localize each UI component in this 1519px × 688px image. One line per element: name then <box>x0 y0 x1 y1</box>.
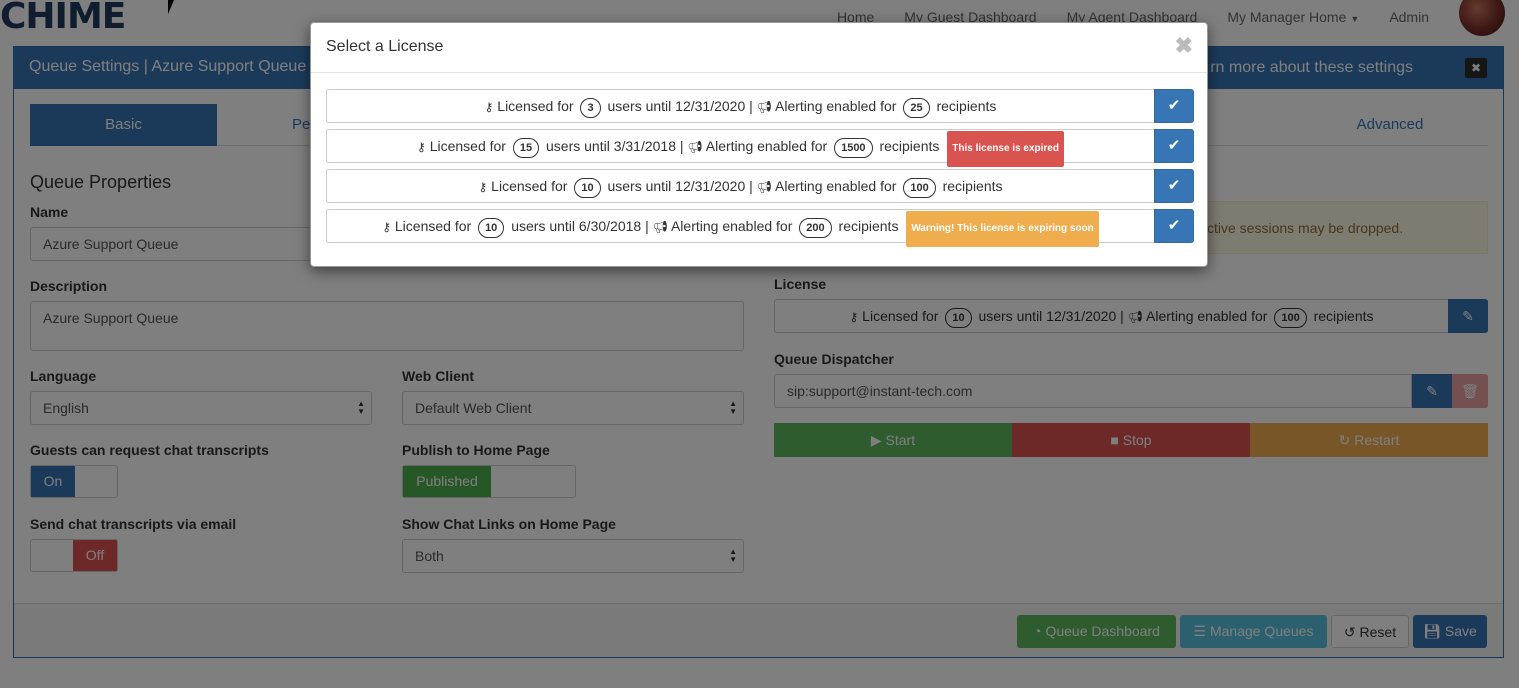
license-users-badge: 15 <box>512 138 540 158</box>
bullhorn-icon: 📢︎ <box>756 100 772 114</box>
license-recipients-badge: 100 <box>903 178 936 198</box>
bullhorn-icon: 📢︎ <box>652 220 668 234</box>
select-license-button[interactable]: ✔ <box>1154 89 1194 123</box>
key-icon: ⚷ <box>382 220 391 234</box>
license-recipients-badge: 200 <box>799 218 832 238</box>
key-icon: ⚷ <box>478 180 488 194</box>
license-until: users until 3/31/2018 | <box>546 138 684 154</box>
key-icon: ⚷ <box>484 100 494 114</box>
license-option: ⚷ Licensed for 10 users until 6/30/2018 … <box>326 209 1194 247</box>
check-icon: ✔ <box>1167 97 1181 114</box>
check-icon: ✔ <box>1167 217 1181 234</box>
license-prefix: Licensed for <box>394 218 472 234</box>
select-license-button[interactable]: ✔ <box>1154 169 1194 203</box>
license-suffix: recipients <box>942 178 1003 194</box>
modal-close-button[interactable]: ✖ <box>1175 35 1193 57</box>
license-option-text: ⚷ Licensed for 10 users until 6/30/2018 … <box>326 209 1154 247</box>
license-users-badge: 3 <box>580 98 601 118</box>
license-users-badge: 10 <box>574 178 601 198</box>
license-alert: Alerting enabled for <box>670 218 793 234</box>
expired-badge: This license is expired <box>947 131 1064 167</box>
license-alert: Alerting enabled for <box>705 138 828 154</box>
license-option: ⚷ Licensed for 3 users until 12/31/2020 … <box>326 89 1194 123</box>
license-until: users until 6/30/2018 | <box>511 218 649 234</box>
check-icon: ✔ <box>1167 177 1181 194</box>
mouse-cursor-icon <box>168 0 180 14</box>
bullhorn-icon: 📢︎ <box>687 140 703 154</box>
expiring-soon-badge: Warning! This license is expiring soon <box>906 211 1099 247</box>
license-recipients-badge: 25 <box>903 98 930 118</box>
bullhorn-icon: 📢︎ <box>756 180 772 194</box>
license-prefix: Licensed for <box>497 98 574 114</box>
license-option-text: ⚷ Licensed for 3 users until 12/31/2020 … <box>326 89 1154 123</box>
check-icon: ✔ <box>1167 137 1181 154</box>
license-users-badge: 10 <box>478 218 505 238</box>
key-icon: ⚷ <box>417 140 426 154</box>
license-option: ⚷ Licensed for 15 users until 3/31/2018 … <box>326 129 1194 167</box>
select-license-modal: Select a License ✖ ⚷ Licensed for 3 user… <box>310 22 1208 267</box>
modal-title: Select a License <box>326 38 444 55</box>
license-option: ⚷ Licensed for 10 users until 12/31/2020… <box>326 169 1194 203</box>
license-until: users until 12/31/2020 | <box>607 178 753 194</box>
license-suffix: recipients <box>879 138 940 154</box>
license-prefix: Licensed for <box>429 138 506 154</box>
license-suffix: recipients <box>838 218 899 234</box>
license-until: users until 12/31/2020 | <box>607 98 753 114</box>
license-alert: Alerting enabled for <box>775 98 897 114</box>
license-option-text: ⚷ Licensed for 15 users until 3/31/2018 … <box>326 129 1154 167</box>
select-license-button[interactable]: ✔ <box>1154 209 1194 243</box>
modal-body: ⚷ Licensed for 3 users until 12/31/2020 … <box>311 73 1207 265</box>
license-recipients-badge: 1500 <box>834 138 873 158</box>
modal-header: Select a License ✖ <box>311 23 1207 73</box>
license-alert: Alerting enabled for <box>775 178 897 194</box>
select-license-button[interactable]: ✔ <box>1154 129 1194 163</box>
license-prefix: Licensed for <box>491 178 568 194</box>
license-suffix: recipients <box>936 98 997 114</box>
license-option-text: ⚷ Licensed for 10 users until 12/31/2020… <box>326 169 1154 203</box>
